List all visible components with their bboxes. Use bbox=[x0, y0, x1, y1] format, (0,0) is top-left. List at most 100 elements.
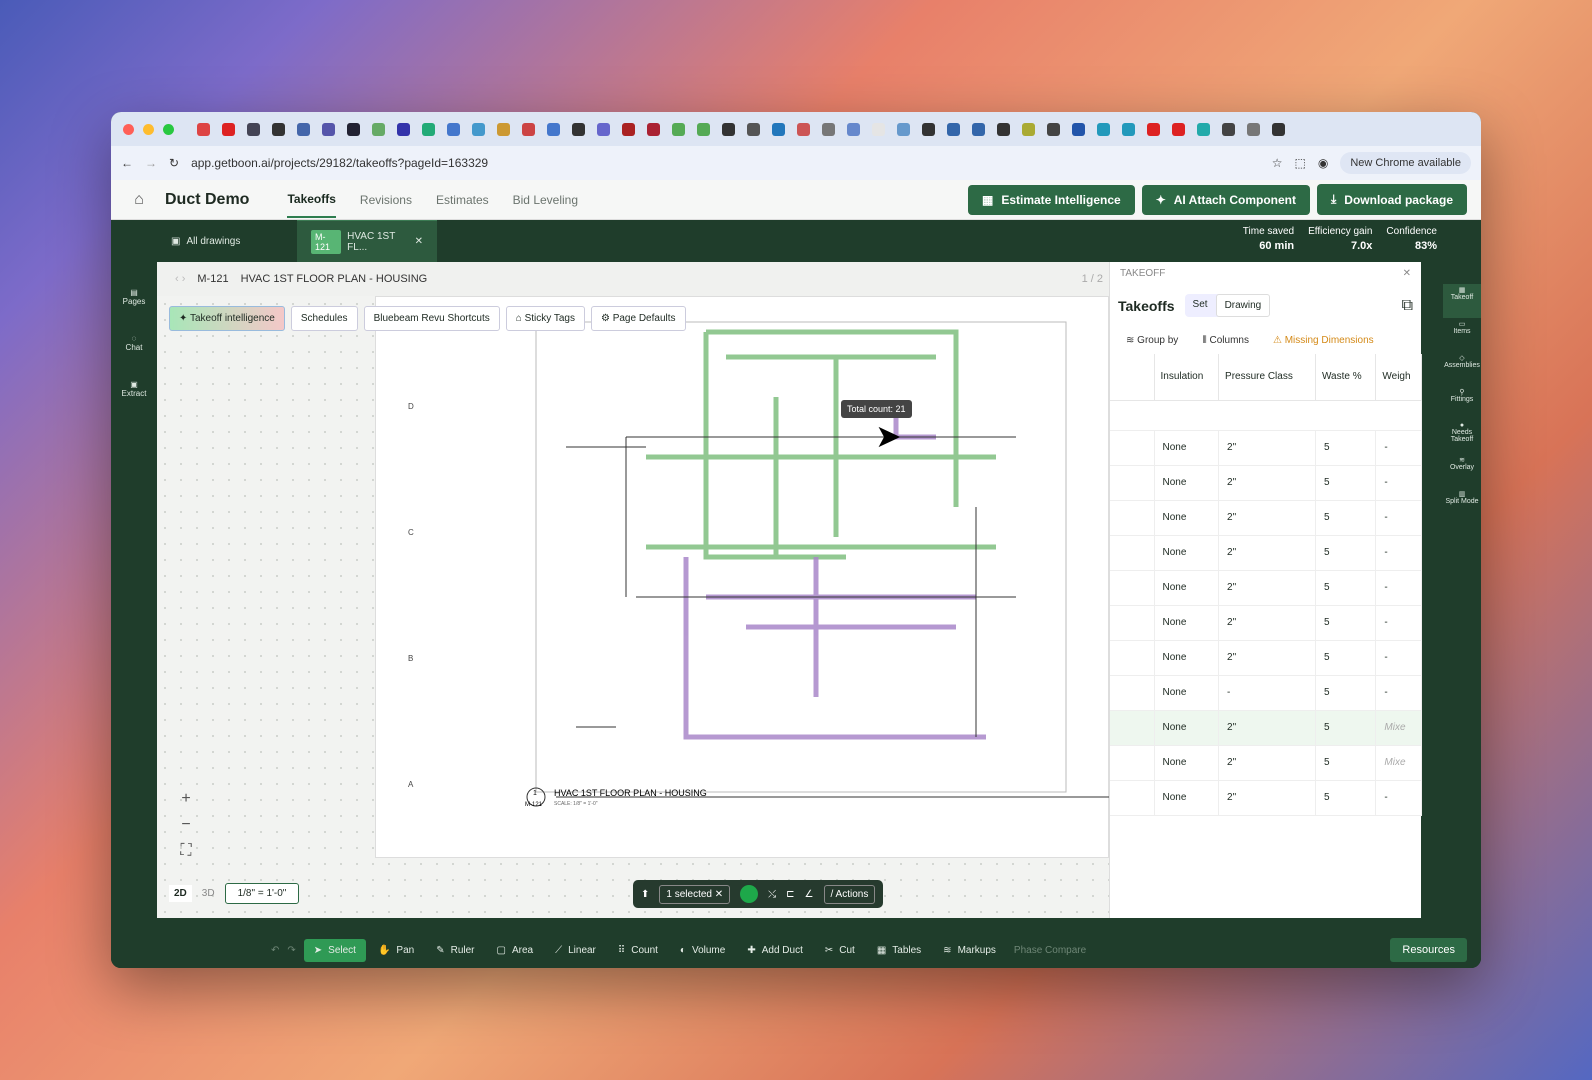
download-package-button[interactable]: ⤓ Download package bbox=[1316, 184, 1467, 215]
crop-icon[interactable]: ⊏ bbox=[786, 889, 794, 900]
mode-2d-button[interactable]: 2D bbox=[169, 885, 192, 902]
close-icon[interactable]: ✕ bbox=[415, 236, 423, 247]
browser-tab[interactable] bbox=[293, 119, 314, 139]
nav-estimates[interactable]: Estimates bbox=[436, 183, 489, 217]
redo-icon[interactable]: ↷ bbox=[287, 945, 295, 956]
browser-tab[interactable] bbox=[343, 119, 364, 139]
browser-tab[interactable] bbox=[1043, 119, 1064, 139]
tool-count[interactable]: ⠿ Count bbox=[608, 939, 668, 962]
forward-icon[interactable]: → bbox=[145, 156, 157, 170]
sidebar-item-split-mode[interactable]: ▥ Split Mode bbox=[1443, 488, 1481, 522]
browser-tab[interactable] bbox=[268, 119, 289, 139]
browser-tab[interactable] bbox=[968, 119, 989, 139]
browser-tab[interactable] bbox=[643, 119, 664, 139]
group-by-button[interactable]: ≋ Group by bbox=[1126, 335, 1178, 346]
maximize-window-button[interactable] bbox=[163, 123, 174, 135]
actions-menu[interactable]: / Actions bbox=[823, 884, 876, 904]
tool-linear[interactable]: ⟋ Linear bbox=[545, 939, 606, 962]
browser-tab[interactable] bbox=[593, 119, 614, 139]
page-defaults-button[interactable]: ⚙ Page Defaults bbox=[590, 306, 686, 331]
browser-tab[interactable] bbox=[1068, 119, 1089, 139]
zoom-out-icon[interactable]: − bbox=[175, 816, 197, 842]
browser-tab[interactable] bbox=[1018, 119, 1039, 139]
sidebar-item-items[interactable]: ▭ Items bbox=[1443, 318, 1481, 352]
nav-takeoffs[interactable]: Takeoffs bbox=[287, 182, 336, 218]
browser-tab[interactable] bbox=[243, 119, 264, 139]
resources-button[interactable]: Resources bbox=[1390, 938, 1467, 962]
close-window-button[interactable] bbox=[123, 123, 134, 135]
browser-tab[interactable] bbox=[568, 119, 589, 139]
browser-tab[interactable] bbox=[618, 119, 639, 139]
tool-select[interactable]: ➤ Select bbox=[303, 938, 366, 962]
browser-tab[interactable] bbox=[468, 119, 489, 139]
browser-tab[interactable] bbox=[443, 119, 464, 139]
reload-icon[interactable]: ↻ bbox=[169, 156, 179, 170]
browser-tab[interactable] bbox=[318, 119, 339, 139]
ai-attach-component-button[interactable]: ✦ AI Attach Component bbox=[1141, 184, 1310, 215]
bluebeam-shortcuts-button[interactable]: Bluebeam Revu Shortcuts bbox=[363, 306, 500, 331]
selection-count[interactable]: 1 selected ✕ bbox=[659, 884, 731, 904]
table-row[interactable]: None 2" 5- bbox=[1110, 535, 1422, 571]
browser-tab[interactable] bbox=[418, 119, 439, 139]
table-row[interactable]: None 2" 5- bbox=[1110, 465, 1422, 501]
browser-tab[interactable] bbox=[793, 119, 814, 139]
new-chrome-available-button[interactable]: New Chrome available bbox=[1340, 152, 1471, 174]
seg-set[interactable]: Set bbox=[1185, 294, 1216, 317]
browser-tab[interactable] bbox=[1243, 119, 1264, 139]
sidebar-item-takeoff[interactable]: ▦ Takeoff bbox=[1443, 284, 1481, 318]
column-header[interactable]: Pressure Class bbox=[1218, 354, 1316, 401]
tool-volume[interactable]: ◐ Volume bbox=[670, 939, 735, 962]
sticky-tags-button[interactable]: ⌂ Sticky Tags bbox=[505, 306, 585, 331]
browser-tab[interactable] bbox=[1268, 119, 1289, 139]
estimate-intelligence-button[interactable]: ▦ Estimate Intelligence bbox=[967, 184, 1135, 215]
back-icon[interactable]: ← bbox=[121, 156, 133, 170]
table-row[interactable]: None -5- bbox=[1110, 675, 1422, 711]
browser-tab[interactable] bbox=[543, 119, 564, 139]
open-external-icon[interactable]: ⧉ bbox=[1402, 297, 1413, 315]
browser-tab[interactable] bbox=[943, 119, 964, 139]
browser-tab[interactable] bbox=[1143, 119, 1164, 139]
browser-tab[interactable] bbox=[893, 119, 914, 139]
table-row[interactable]: None 2" 5- bbox=[1110, 500, 1422, 536]
browser-tab[interactable] bbox=[1218, 119, 1239, 139]
browser-tab[interactable] bbox=[843, 119, 864, 139]
mode-3d-button[interactable]: 3D bbox=[202, 888, 215, 899]
edit-line-icon[interactable]: ⤯ bbox=[768, 889, 776, 900]
browser-tab[interactable] bbox=[193, 119, 214, 139]
color-picker-dot[interactable] bbox=[740, 885, 759, 903]
browser-tab[interactable] bbox=[768, 119, 789, 139]
nav-revisions[interactable]: Revisions bbox=[360, 183, 412, 217]
nav-arrows-icon[interactable]: ‹ › bbox=[175, 273, 185, 285]
tool-tables[interactable]: ▦ Tables bbox=[867, 939, 931, 962]
zoom-in-icon[interactable]: + bbox=[175, 790, 197, 816]
browser-tab[interactable] bbox=[518, 119, 539, 139]
minimize-window-button[interactable] bbox=[143, 123, 154, 135]
browser-tab[interactable] bbox=[718, 119, 739, 139]
sidebar-item-pages[interactable]: ▤ Pages bbox=[111, 288, 157, 306]
browser-tab[interactable] bbox=[1118, 119, 1139, 139]
takeoff-intelligence-button[interactable]: ✦ Takeoff intelligence bbox=[169, 306, 285, 331]
browser-tab[interactable] bbox=[693, 119, 714, 139]
url-field[interactable]: app.getboon.ai/projects/29182/takeoffs?p… bbox=[191, 156, 1260, 170]
table-row[interactable]: None 2" 5 Mixe bbox=[1110, 710, 1422, 746]
close-panel-icon[interactable]: ✕ bbox=[1403, 268, 1411, 279]
all-drawings-tab[interactable]: ▣ All drawings bbox=[157, 220, 297, 262]
sidebar-item-assemblies[interactable]: ◇ Assemblies bbox=[1443, 352, 1481, 386]
tool-pan[interactable]: ✋ Pan bbox=[368, 939, 424, 962]
tool-ruler[interactable]: ✎ Ruler bbox=[426, 939, 484, 962]
home-icon[interactable]: ⌂ bbox=[125, 186, 153, 214]
browser-tab[interactable] bbox=[368, 119, 389, 139]
tool-cut[interactable]: ✂ Cut bbox=[815, 939, 865, 962]
sheet-tab[interactable]: M-121 HVAC 1ST FL... ✕ bbox=[297, 220, 437, 262]
browser-tab[interactable] bbox=[1093, 119, 1114, 139]
browser-tab[interactable] bbox=[993, 119, 1014, 139]
nav-bid-leveling[interactable]: Bid Leveling bbox=[513, 183, 578, 217]
sidebar-item-overlay[interactable]: ≋ Overlay bbox=[1443, 454, 1481, 488]
drawing-canvas[interactable]: D C B A 1 M-121 HVAC 1ST FLOOR PLAN - HO… bbox=[157, 296, 1110, 918]
table-row[interactable]: None 2" 5- bbox=[1110, 570, 1422, 606]
angle-icon[interactable]: ∠ bbox=[805, 889, 814, 900]
schedules-button[interactable]: Schedules bbox=[290, 306, 358, 331]
tool-markups[interactable]: ≋ Markups bbox=[933, 939, 1006, 962]
browser-tab[interactable] bbox=[393, 119, 414, 139]
fit-screen-icon[interactable]: ⛶ bbox=[175, 842, 197, 868]
